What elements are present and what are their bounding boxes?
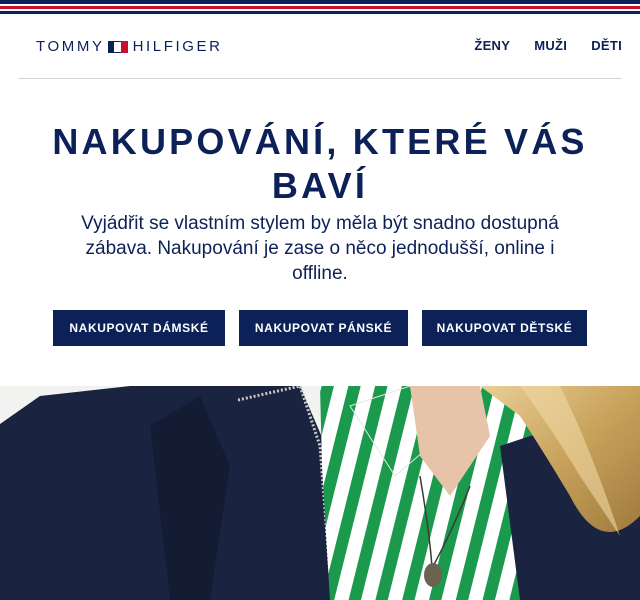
shop-kids-button[interactable]: NAKUPOVAT DĚTSKÉ (422, 310, 587, 346)
nav-item-kids[interactable]: DĚTI (591, 38, 622, 53)
brand-logo[interactable]: TOMMY HILFIGER (36, 38, 223, 55)
main-nav: ŽENY MUŽI DĚTI (474, 38, 622, 53)
shop-men-button[interactable]: NAKUPOVAT PÁNSKÉ (239, 310, 408, 346)
cta-button-row: NAKUPOVAT DÁMSKÉ NAKUPOVAT PÁNSKÉ NAKUPO… (0, 310, 640, 346)
shop-women-button[interactable]: NAKUPOVAT DÁMSKÉ (53, 310, 225, 346)
hero-subtext: Vyjádřit se vlastním stylem by měla být … (81, 213, 559, 284)
hero-image (0, 386, 640, 600)
nav-item-men[interactable]: MUŽI (534, 38, 567, 53)
hero-headline: NAKUPOVÁNÍ, KTERÉ VÁS BAVÍ (52, 121, 588, 206)
brand-name-right: HILFIGER (132, 38, 223, 55)
flag-icon (107, 40, 128, 53)
top-stripe-bar (0, 0, 640, 14)
nav-item-women[interactable]: ŽENY (474, 38, 510, 53)
site-header: TOMMY HILFIGER ŽENY MUŽI DĚTI (18, 14, 622, 79)
brand-name-left: TOMMY (36, 38, 105, 55)
